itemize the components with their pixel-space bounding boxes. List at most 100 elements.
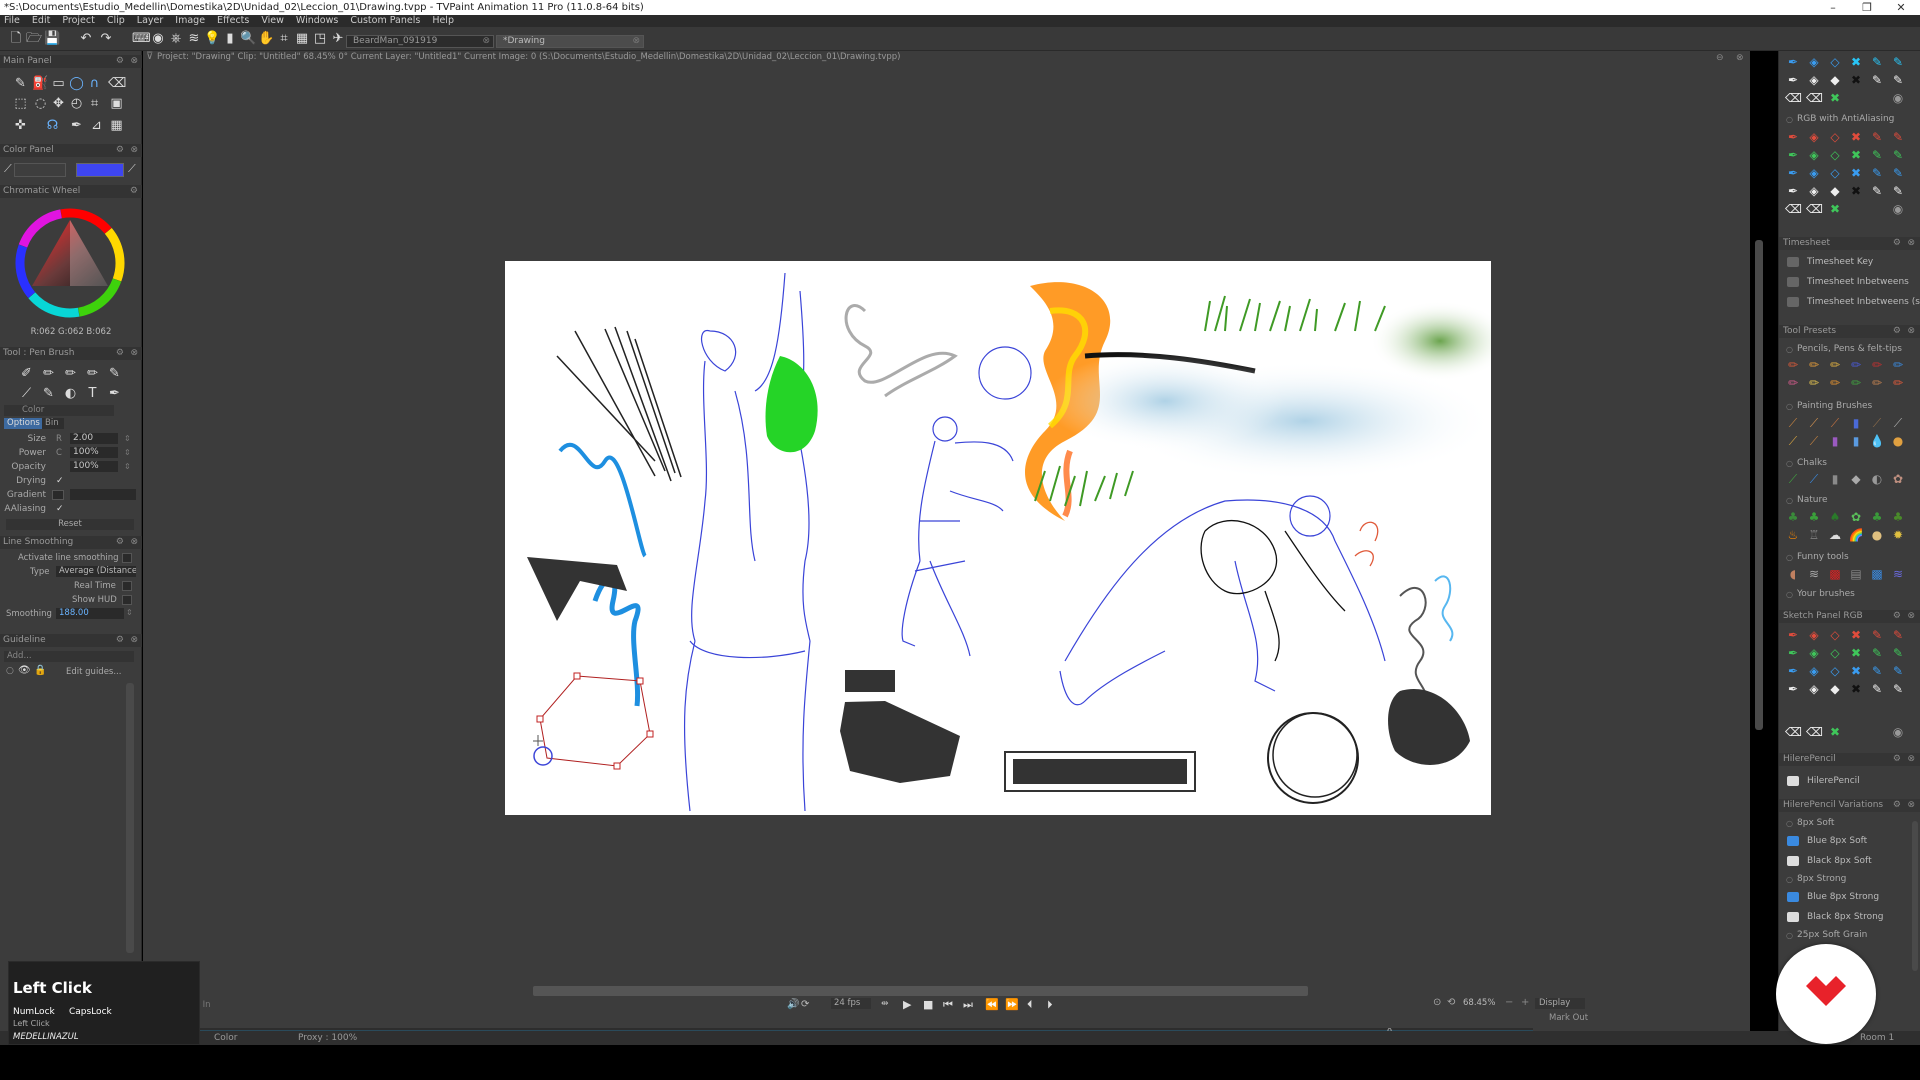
zoom-out-icon[interactable]: − [1505, 997, 1513, 1008]
brush-edit-icon[interactable]: ✎ [1869, 54, 1885, 70]
save-icon[interactable]: 💾 [44, 31, 60, 47]
preset-category[interactable]: Painting Brushes [1779, 400, 1920, 413]
settings-icon[interactable]: ⚙ [1893, 325, 1901, 338]
settings-icon[interactable]: ⚙ [116, 55, 124, 68]
send-icon[interactable]: ✈ [330, 31, 346, 47]
secondary-color-swatch[interactable] [14, 163, 66, 177]
airbrush-icon[interactable]: ✏ [62, 365, 79, 382]
tab-beardman[interactable]: BeardMan_091919 ⊗ [346, 35, 494, 48]
close-icon[interactable]: ⊗ [1907, 799, 1915, 812]
brush-tool-icon[interactable]: ✎ [12, 75, 29, 92]
guide-icon[interactable]: ◳ [312, 31, 328, 47]
transform-tool-icon[interactable]: ✜ [12, 117, 29, 134]
settings-icon[interactable]: ⚙ [1893, 610, 1901, 623]
marker-icon[interactable]: ✏ [84, 365, 101, 382]
eraser-tool-icon[interactable]: ⌫ [108, 75, 126, 92]
preset-category[interactable]: Pencils, Pens & felt-tips [1779, 343, 1920, 356]
hand-icon[interactable]: ✋ [258, 31, 274, 47]
opacity-field[interactable]: 100% [70, 461, 118, 472]
aaliasing-checkbox[interactable]: ✓ [56, 502, 64, 516]
lock-icon[interactable]: 🔒 [34, 665, 46, 676]
settings-icon[interactable]: ⚙ [1893, 799, 1901, 812]
drawing-canvas[interactable] [505, 261, 1510, 815]
menu-layer[interactable]: Layer [137, 15, 164, 27]
minimize-view-icon[interactable]: ⊖ [1716, 53, 1724, 63]
brush-stroke-icon[interactable]: ⎈ [168, 31, 184, 47]
close-icon[interactable]: ⊗ [130, 144, 138, 157]
slider-icon[interactable]: ▮ [222, 31, 238, 47]
fill-icon[interactable]: ◈ [1806, 72, 1822, 88]
layers-icon[interactable]: ≋ [186, 31, 202, 47]
variation-item[interactable]: Black 8px Strong [1779, 908, 1920, 926]
brush-edit-icon[interactable]: ✎ [1890, 54, 1906, 70]
gradient-field[interactable] [70, 489, 136, 500]
cross-icon[interactable]: ✖ [1848, 72, 1864, 88]
diamond-icon[interactable]: ◇ [1827, 54, 1843, 70]
first-frame-icon[interactable]: ⏮ [943, 998, 953, 1012]
brush-edit-icon[interactable]: ✎ [1869, 72, 1885, 88]
timesheet-item[interactable]: Timesheet Key [1779, 253, 1920, 271]
keyboard-icon[interactable]: ⌨ [132, 31, 151, 47]
zoom-icon[interactable]: 🔍 [240, 31, 256, 47]
fx-brush-icon[interactable]: ✒ [106, 385, 123, 402]
primary-color-swatch[interactable] [76, 163, 124, 177]
chromatic-wheel[interactable] [10, 204, 130, 322]
menu-clip[interactable]: Clip [107, 15, 125, 27]
radio-icon[interactable]: ○ [6, 666, 14, 676]
close-tab-icon[interactable]: ⊗ [482, 36, 490, 47]
status-proxy[interactable]: Proxy : 100% [298, 1031, 357, 1045]
close-icon[interactable]: ⊗ [1907, 753, 1915, 766]
fps-field[interactable]: 24 fps [831, 998, 871, 1009]
variation-item[interactable]: Blue 8px Soft [1779, 832, 1920, 850]
close-icon[interactable]: ✕ [1884, 0, 1918, 15]
power-field[interactable]: 100% [70, 447, 118, 458]
close-icon[interactable]: ⊗ [1907, 237, 1915, 250]
menu-help[interactable]: Help [432, 15, 454, 27]
crop-tool-icon[interactable]: ⌗ [86, 95, 103, 112]
eyedropper-icon[interactable]: ⟋ [128, 162, 136, 176]
stamp-tool-icon[interactable]: ▣ [108, 95, 125, 112]
frame-step-icon[interactable]: ⇹ [881, 999, 889, 1009]
curve-tool-icon[interactable]: ∩ [86, 75, 103, 92]
menu-image[interactable]: Image [175, 15, 205, 27]
knife-icon[interactable]: ✎ [106, 365, 123, 382]
redo-icon[interactable]: ↷ [98, 31, 114, 47]
tab-bin[interactable]: Bin [42, 418, 64, 429]
select-rect-icon[interactable]: ⬚ [12, 95, 29, 112]
grid-tool-icon[interactable]: ▦ [108, 117, 125, 134]
menu-project[interactable]: Project [62, 15, 95, 27]
reset-button[interactable]: Reset [6, 519, 134, 530]
color-wheel-icon[interactable]: ◉ [150, 31, 166, 47]
settings-icon[interactable]: ⚙ [1893, 237, 1901, 250]
menu-custom-panels[interactable]: Custom Panels [350, 15, 420, 27]
preset-category[interactable]: Funny tools [1779, 551, 1920, 564]
new-document-icon[interactable]: 🗋 [8, 31, 24, 47]
fit-icon[interactable]: ⟲ [1447, 997, 1455, 1008]
next-frame-icon[interactable]: ⏵ [1047, 998, 1053, 1012]
stepper-icon[interactable]: ⇕ [124, 460, 131, 474]
timesheet-item[interactable]: Timesheet Inbetweens [1779, 273, 1920, 291]
fill-icon[interactable]: ◈ [1806, 54, 1822, 70]
diamond-icon[interactable]: ◆ [1827, 72, 1843, 88]
size-field[interactable]: 2.00 [70, 433, 118, 444]
close-icon[interactable]: ⊗ [130, 347, 138, 360]
ruler-tool-icon[interactable]: ⊿ [88, 117, 105, 134]
stepper-icon[interactable]: ⇕ [126, 608, 133, 617]
timesheet-item[interactable]: Timesheet Inbetweens (stan [1779, 293, 1920, 311]
settings-icon[interactable]: ⚙ [1893, 753, 1901, 766]
close-icon[interactable]: ⊗ [130, 536, 138, 549]
rectangle-tool-icon[interactable]: ▭ [50, 75, 67, 92]
warp-tool-icon[interactable]: ☊ [44, 117, 61, 134]
drying-checkbox[interactable]: ✓ [56, 474, 64, 488]
tab-drawing[interactable]: *Drawing ⊗ [496, 35, 644, 48]
stop-icon[interactable]: ■ [923, 998, 933, 1011]
settings-icon[interactable]: ⚙ [116, 536, 124, 549]
brush-edit-icon[interactable]: ✎ [1890, 72, 1906, 88]
close-view-icon[interactable]: ⊗ [1736, 53, 1744, 63]
tab-options[interactable]: Options [4, 418, 42, 429]
lasso-tool-icon[interactable]: ◴ [68, 95, 85, 112]
menu-windows[interactable]: Windows [296, 15, 338, 27]
pen-brush-icon[interactable]: ✒ [1785, 54, 1801, 70]
select-ellipse-icon[interactable]: ◌ [32, 95, 49, 112]
grid-icon[interactable]: ▦ [294, 31, 310, 47]
